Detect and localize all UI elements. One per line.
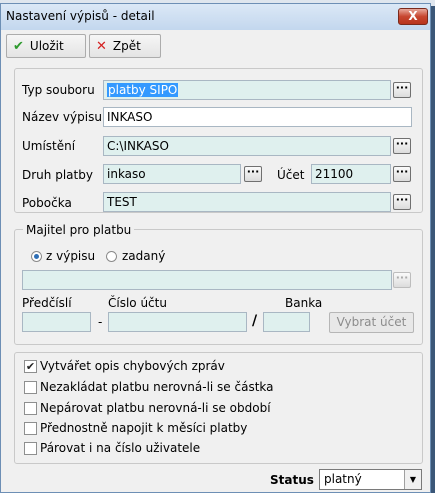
payment-type-label: Druh platby	[22, 168, 93, 182]
select-account-button[interactable]: Vybrat účet	[329, 312, 414, 333]
option-label-3: Přednostně napojit k měsíci platby	[40, 421, 248, 435]
prefix-field[interactable]	[22, 312, 91, 332]
option-checkbox-0[interactable]: ✔	[24, 360, 37, 373]
payment-type-field[interactable]: inkaso	[103, 164, 241, 184]
radio-from-statement-label: z výpisu	[46, 249, 96, 263]
bank-field[interactable]	[263, 312, 310, 332]
account-number-field[interactable]	[108, 312, 247, 332]
back-button[interactable]: ✕ Zpět	[89, 34, 161, 58]
file-type-value: platby SIPO	[107, 83, 179, 97]
cross-icon: ✕	[96, 39, 107, 54]
branch-field[interactable]: TEST	[103, 192, 391, 212]
branch-label: Pobočka	[22, 196, 72, 210]
radio-entered-label: zadaný	[122, 249, 166, 263]
option-checkbox-1[interactable]	[24, 381, 37, 394]
status-select[interactable]: platný ▼	[319, 469, 422, 490]
radio-entered[interactable]	[106, 251, 117, 262]
file-type-browse-button[interactable]: ···	[393, 82, 411, 98]
account-label: Účet	[277, 168, 305, 182]
save-label: Uložit	[29, 39, 64, 53]
account-number-label: Číslo účtu	[108, 296, 167, 310]
option-checkbox-4[interactable]	[24, 442, 37, 455]
close-button[interactable]: X	[398, 8, 428, 25]
radio-from-statement[interactable]	[31, 251, 42, 262]
option-label-2: Nepárovat platbu nerovná-li se období	[40, 401, 271, 415]
location-field[interactable]: C:\INKASO	[103, 136, 391, 156]
owner-group-legend: Majitel pro platbu	[23, 223, 135, 237]
title-bar[interactable]: Nastavení výpisů - detail X	[1, 4, 430, 30]
window-title: Nastavení výpisů - detail	[6, 9, 155, 23]
account-browse-button[interactable]: ···	[393, 166, 411, 182]
status-label: Status	[270, 473, 314, 487]
prefix-separator: -	[98, 315, 103, 329]
bank-separator: /	[252, 313, 258, 329]
location-label: Umístění	[22, 139, 76, 153]
option-label-4: Párovat i na číslo uživatele	[40, 441, 201, 455]
back-label: Zpět	[112, 39, 141, 53]
file-type-label: Typ souboru	[22, 83, 95, 97]
location-browse-button[interactable]: ···	[393, 138, 411, 154]
prefix-label: Předčíslí	[22, 296, 72, 310]
save-button[interactable]: ✔ Uložit	[6, 34, 86, 58]
toolbar: ✔ Uložit ✕ Zpět	[1, 30, 430, 60]
option-label-0: Vytvářet opis chybových zpráv	[40, 359, 225, 373]
option-checkbox-3[interactable]	[24, 422, 37, 435]
check-icon: ✔	[13, 39, 24, 54]
status-value: platný	[324, 472, 362, 486]
option-checkbox-2[interactable]	[24, 402, 37, 415]
option-label-1: Nezakládat platbu nerovná-li se částka	[40, 380, 274, 394]
chevron-down-icon[interactable]: ▼	[404, 470, 421, 489]
file-type-field[interactable]: platby SIPO	[103, 80, 391, 100]
statement-name-label: Název výpisu	[22, 110, 102, 124]
bank-label: Banka	[285, 296, 323, 310]
dialog-window: Nastavení výpisů - detail X ✔ Uložit ✕ Zpě…	[0, 3, 431, 493]
account-field[interactable]: 21100	[311, 164, 391, 184]
branch-browse-button[interactable]: ···	[393, 194, 411, 210]
statement-name-field[interactable]: INKASO	[103, 107, 412, 127]
owner-browse-button[interactable]: ···	[393, 272, 411, 288]
payment-type-browse-button[interactable]: ···	[244, 166, 262, 182]
owner-account-field[interactable]	[22, 270, 392, 290]
